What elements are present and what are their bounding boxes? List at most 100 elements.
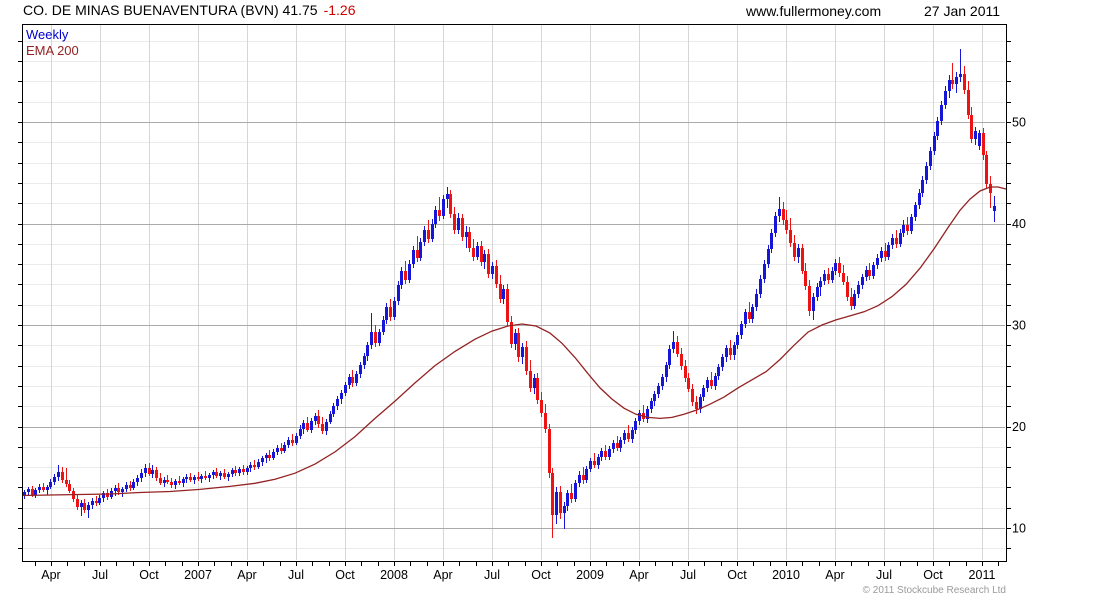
candle-body <box>914 205 917 217</box>
candle-body <box>940 105 943 121</box>
candle-body <box>416 250 419 258</box>
candle-body <box>446 194 449 199</box>
candle-body <box>782 209 785 220</box>
candle-body <box>910 217 913 231</box>
candle-body <box>597 457 600 465</box>
candle-body <box>865 270 868 277</box>
candle-body <box>423 230 426 242</box>
candle-body <box>449 194 452 214</box>
candle-body <box>842 273 845 282</box>
candle-body <box>268 455 271 458</box>
candle-body <box>600 451 603 457</box>
candle-body <box>389 307 392 317</box>
candle-body <box>676 342 679 354</box>
candle-body <box>985 155 988 184</box>
candle-body <box>967 90 970 115</box>
candle-body <box>906 225 909 231</box>
candle-body <box>846 282 849 297</box>
timeframe-label: Weekly <box>26 27 69 42</box>
candle-body <box>329 414 332 422</box>
candle-body <box>533 378 536 388</box>
candle-body <box>721 357 724 367</box>
candle-body <box>880 251 883 258</box>
candle-body <box>748 312 751 319</box>
candle-body <box>921 180 924 193</box>
candle-body <box>589 461 592 469</box>
candle-body <box>612 443 615 449</box>
candle-body <box>408 264 411 280</box>
candle-body <box>744 312 747 324</box>
candle-body <box>850 297 853 306</box>
candle-body <box>434 210 437 224</box>
candle-body <box>336 399 339 406</box>
candle-body <box>178 481 181 483</box>
candle-body <box>891 238 894 245</box>
candle-body <box>366 345 369 356</box>
x-axis-label: Apr <box>825 568 844 582</box>
candle-body <box>359 365 362 374</box>
x-axis-labels: Apr Jul Oct 2007 Apr Jul Oct 2008 Apr Jul Oct 2009 A… <box>41 568 995 582</box>
candle-body <box>140 473 143 478</box>
candle-body <box>982 133 985 155</box>
candle-body <box>963 74 966 90</box>
candle-body <box>755 294 758 307</box>
candle-body <box>804 271 807 286</box>
candle-body <box>551 473 554 515</box>
candle-body <box>280 448 283 451</box>
candle-body <box>57 472 60 477</box>
candle-body <box>378 332 381 343</box>
y-axis-label: 20 <box>1012 420 1026 434</box>
candle-body <box>291 440 294 443</box>
candle-body <box>593 461 596 465</box>
candle-body <box>801 248 804 271</box>
candle-body <box>751 307 754 319</box>
candle-body <box>816 287 819 297</box>
candle-body <box>812 297 815 311</box>
x-axis-label: Oct <box>531 568 551 582</box>
x-axis-label: Oct <box>139 568 159 582</box>
candle-body <box>61 472 64 480</box>
candle-body <box>431 224 434 239</box>
candle-body <box>763 264 766 279</box>
candle-body <box>257 462 260 467</box>
candle-body <box>548 429 551 473</box>
candle-body <box>895 238 898 244</box>
x-axis-label: Oct <box>923 568 943 582</box>
candle-body <box>200 476 203 479</box>
candle-body <box>212 472 215 475</box>
candle-body <box>819 281 822 287</box>
candle-body <box>476 246 479 257</box>
candle-body <box>706 380 709 388</box>
y-axis-label: 40 <box>1012 217 1026 231</box>
candle-body <box>321 424 324 431</box>
candle-body <box>46 487 49 490</box>
x-axis-label: Jul <box>288 568 304 582</box>
candle-body <box>604 451 607 457</box>
candle-body <box>144 468 147 473</box>
candle-body <box>219 473 222 476</box>
candle-body <box>680 354 683 366</box>
candle-body <box>132 482 135 488</box>
x-axis-label: Oct <box>727 568 747 582</box>
candle-body <box>182 479 185 483</box>
candle-body <box>355 374 358 383</box>
candle-body <box>68 484 71 491</box>
candle-body <box>933 136 936 151</box>
candle-body <box>91 501 94 505</box>
candle-body <box>559 492 562 513</box>
candle-body <box>397 285 400 301</box>
candle-body <box>185 477 188 479</box>
candle-body <box>638 413 641 421</box>
y-axis-label: 10 <box>1012 522 1026 536</box>
candle-body <box>876 258 879 265</box>
candle-body <box>393 301 396 317</box>
candle-body <box>808 286 811 311</box>
candle-body <box>857 285 860 294</box>
candle-body <box>925 166 928 180</box>
candle-body <box>506 289 509 322</box>
candle-body <box>332 406 335 414</box>
x-axis-label: 2008 <box>380 568 408 582</box>
candle-body <box>566 493 569 506</box>
candle-body <box>246 468 249 472</box>
candle-body <box>49 482 52 487</box>
